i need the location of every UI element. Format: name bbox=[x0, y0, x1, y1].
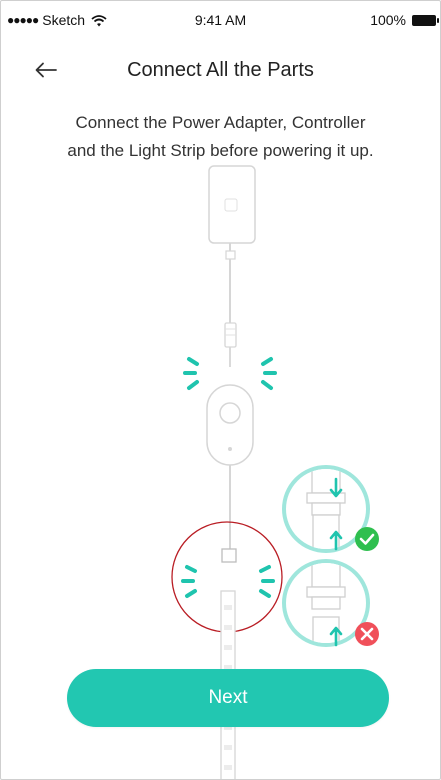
page-title: Connect All the Parts bbox=[127, 59, 314, 81]
status-bar: ●●●●● Sketch 9:41 AM 100% bbox=[1, 1, 440, 41]
strip-connector bbox=[221, 548, 237, 563]
power-adapter bbox=[208, 165, 256, 260]
battery-percent: 100% bbox=[370, 12, 406, 28]
wrong-connection-bubble bbox=[282, 559, 379, 647]
battery-icon bbox=[412, 14, 439, 26]
status-right: 100% bbox=[370, 12, 439, 28]
controller bbox=[206, 384, 254, 466]
next-button[interactable]: Next bbox=[67, 669, 389, 727]
navigation-bar: Connect All the Parts bbox=[1, 49, 440, 93]
instructions-text: Connect the Power Adapter, Controller an… bbox=[21, 109, 420, 165]
phone-screen: ●●●●● Sketch 9:41 AM 100% Connect All th… bbox=[0, 0, 441, 780]
instructions-line-1: Connect the Power Adapter, Controller bbox=[75, 113, 366, 132]
correct-connection-bubble bbox=[282, 465, 379, 553]
dc-plug bbox=[224, 322, 237, 367]
